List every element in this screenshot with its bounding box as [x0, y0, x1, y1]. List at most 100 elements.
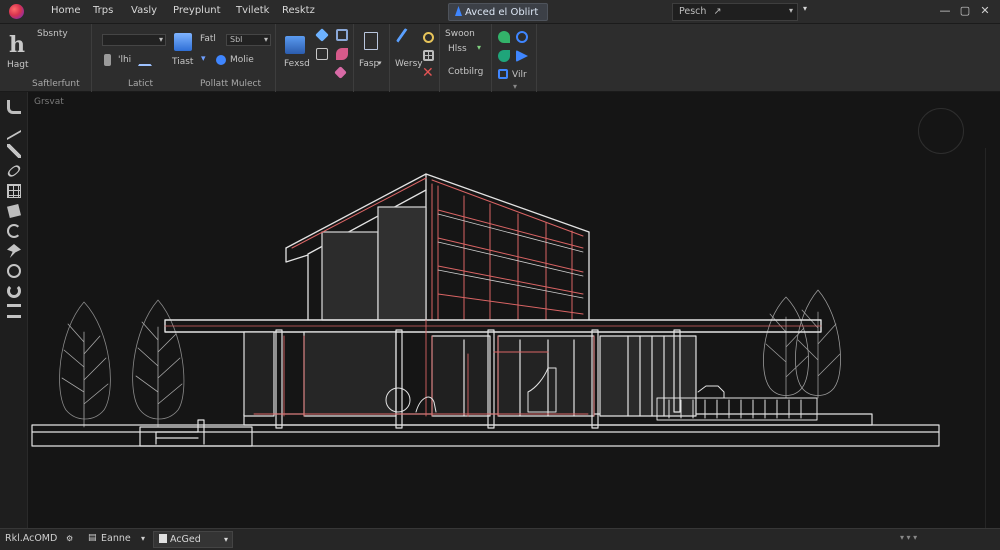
chevron-down-icon[interactable]: ▾: [477, 43, 481, 52]
panel4-label: Fasp: [359, 59, 380, 69]
rectangle-icon[interactable]: [316, 48, 328, 60]
undo-icon[interactable]: [498, 50, 510, 62]
label-b: Tiast: [172, 57, 194, 67]
big-tool-label: Hagt: [7, 60, 29, 70]
left-toolbar: [0, 92, 28, 528]
tree-right-2: [795, 289, 841, 399]
panel5-label: Wersy: [395, 59, 423, 69]
big-tool-button[interactable]: h: [9, 32, 25, 58]
gear-icon[interactable]: ⚙: [66, 534, 73, 543]
panel-expander-icon[interactable]: ▾: [513, 82, 517, 91]
autocad-icon: [455, 6, 462, 16]
field-label: Fatl: [200, 34, 216, 44]
panel1-title: Saftlerfunt: [32, 79, 80, 89]
active-tab-label: AcGed: [170, 534, 201, 545]
ribbon-panel-properties: ▾ Fatl Sbl ▾ 'lhi Tiast ▾ Molie Latict Po…: [92, 24, 276, 92]
pencil-icon[interactable]: [7, 144, 21, 158]
panel6-label-mid[interactable]: Hlss: [448, 44, 467, 54]
title-bar: Home Trps Vasly Preyplunt Tviletk Resktz…: [0, 0, 1000, 24]
menu-item-6[interactable]: Resktz: [282, 5, 315, 16]
search-text: Pesch: [679, 6, 707, 17]
menu-item-4[interactable]: Preyplunt: [173, 5, 221, 16]
ribbon: h Hagt Sbsnty Saftlerfunt ▾ Fatl Sbl ▾ 'l…: [0, 24, 1000, 92]
page-label[interactable]: Eanne: [101, 533, 131, 544]
linetype-icon[interactable]: [104, 54, 111, 66]
properties-icon[interactable]: [174, 33, 192, 51]
ribbon-panel-draw: h Hagt Sbsnty Saftlerfunt: [0, 24, 92, 92]
trim-icon[interactable]: [336, 48, 348, 60]
scale-icon[interactable]: [7, 304, 21, 318]
menu-item-3[interactable]: Vasly: [131, 5, 157, 16]
polyline-icon[interactable]: [7, 117, 21, 141]
tree-right-1: [763, 296, 809, 399]
close-icon[interactable]: ✕: [422, 65, 434, 81]
mountain-icon[interactable]: [138, 55, 152, 66]
blue-dot-icon[interactable]: [216, 55, 226, 65]
orbit-icon[interactable]: [516, 31, 528, 43]
panel7-label: Vilr: [512, 70, 527, 80]
eraser-icon[interactable]: [6, 163, 22, 179]
document-tab-label: Avced el Oblirt: [465, 7, 539, 18]
status-tools-icon[interactable]: ▾ ▾ ▾: [900, 533, 917, 542]
ribbon-panel-annotate: Wersy ✕: [390, 24, 440, 92]
dropdown-caret-icon[interactable]: ▾: [803, 4, 807, 13]
search-input[interactable]: Pesch ↗ ▾: [672, 3, 798, 21]
grid-icon[interactable]: [7, 184, 21, 198]
chevron-icon[interactable]: ▾: [201, 54, 206, 64]
ribbon-panel-paste: Fasp ▾: [354, 24, 390, 92]
layout-icon: [159, 534, 167, 543]
chevron-down-icon[interactable]: ▾: [789, 6, 793, 15]
chevron-down-icon[interactable]: ▾: [224, 535, 228, 544]
ground-floor: [243, 329, 697, 429]
pin-icon[interactable]: [7, 244, 21, 258]
menu-home[interactable]: Home: [51, 5, 81, 16]
curtain-wall-mullions: [437, 213, 584, 299]
panel2-title-right: Pollatt Mulect: [200, 79, 262, 89]
layer-dropdown[interactable]: ▾: [102, 34, 166, 46]
drawing-canvas[interactable]: Grsvat: [28, 92, 1000, 528]
ribbon-panel-modify: Fexsd: [276, 24, 354, 92]
active-layout-tab[interactable]: AcGed ▾: [153, 531, 233, 548]
layer-icon[interactable]: [7, 204, 21, 218]
page-icon[interactable]: ▤: [88, 533, 97, 543]
refresh-green-icon[interactable]: [498, 31, 510, 43]
rotate-icon[interactable]: [7, 224, 21, 238]
chevron-down-icon[interactable]: ▾: [378, 59, 382, 67]
panel3-label: Fexsd: [284, 59, 310, 69]
label-a: 'lhi: [118, 55, 132, 65]
ground-base: [31, 413, 940, 447]
ribbon-panel-layers: Swoon Hlss ▾ Cotbilrg: [440, 24, 492, 92]
panel6-label-top[interactable]: Swoon: [445, 29, 475, 39]
measure-icon[interactable]: [285, 36, 305, 54]
menu-item-2[interactable]: Trps: [93, 5, 113, 16]
erase-icon[interactable]: [334, 66, 347, 79]
document-tab[interactable]: Avced el Oblirt: [448, 3, 548, 21]
app-name-label: Rkl.AcOMD: [5, 533, 58, 544]
search-arrow-icon: ↗: [713, 6, 722, 17]
style-dropdown[interactable]: Sbl ▾: [226, 34, 271, 46]
status-bar: Rkl.AcOMD ⚙ ▤ Eanne ▾ AcGed ▾ ▾ ▾ ▾: [0, 528, 1000, 550]
chevron-down-icon[interactable]: ▾: [141, 534, 145, 543]
zoom-icon[interactable]: [423, 32, 434, 43]
move-icon[interactable]: [315, 28, 329, 42]
clock-icon[interactable]: [7, 264, 21, 278]
tree-left-1: [59, 301, 111, 428]
panel6-label-bottom: Cotbilrg: [448, 67, 484, 77]
maximize-button[interactable]: ▢: [956, 3, 974, 19]
copy-icon[interactable]: [336, 29, 348, 41]
panel1-top-label[interactable]: Sbsnty: [37, 29, 68, 39]
play-icon[interactable]: [516, 50, 528, 62]
tree-left-2: [132, 299, 185, 428]
table-icon[interactable]: [423, 50, 434, 61]
house-elevation-drawing: [31, 173, 940, 447]
minimize-button[interactable]: —: [936, 3, 954, 19]
refresh-icon[interactable]: [7, 284, 21, 298]
close-button[interactable]: ✕: [976, 3, 994, 19]
viewport-icon[interactable]: [498, 69, 508, 79]
select-icon[interactable]: [7, 100, 21, 114]
paste-icon[interactable]: [364, 32, 378, 50]
label-c: Molie: [230, 55, 254, 65]
pen-icon[interactable]: [395, 27, 419, 51]
menu-item-5[interactable]: Tviletk: [236, 5, 269, 16]
app-logo-icon[interactable]: [9, 4, 24, 19]
